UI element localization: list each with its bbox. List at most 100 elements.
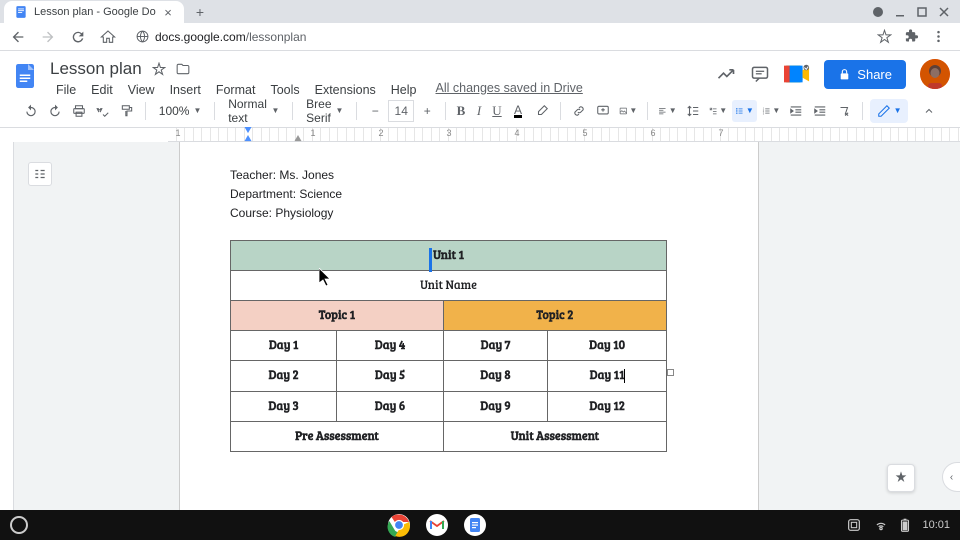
save-status[interactable]: All changes saved in Drive: [436, 81, 583, 99]
zoom-select[interactable]: 100%▼: [153, 104, 208, 118]
highlight-color-icon[interactable]: [531, 100, 553, 122]
topic-2-cell[interactable]: Topic 2: [443, 300, 666, 330]
clear-formatting-icon[interactable]: [833, 100, 855, 122]
unit-header-cell[interactable]: Unit 1: [231, 240, 667, 270]
menu-help[interactable]: Help: [385, 81, 423, 99]
record-icon[interactable]: [872, 6, 884, 18]
close-icon[interactable]: [938, 6, 950, 18]
move-folder-icon[interactable]: [176, 62, 190, 76]
bold-button[interactable]: B: [453, 100, 469, 122]
day-cell[interactable]: Day 1: [231, 331, 337, 361]
course-line[interactable]: Course: Physiology: [230, 204, 758, 223]
account-avatar[interactable]: [920, 59, 950, 89]
star-icon[interactable]: [152, 62, 166, 76]
day-cell[interactable]: Day 6: [337, 391, 444, 421]
comment-icon[interactable]: [750, 64, 770, 84]
font-select[interactable]: Bree Serif▼: [300, 97, 349, 125]
day-cell[interactable]: Day 9: [443, 391, 547, 421]
editing-mode-button[interactable]: ▼: [870, 99, 908, 123]
left-indent-marker[interactable]: [244, 135, 252, 142]
topic-1-cell[interactable]: Topic 1: [231, 300, 444, 330]
battery-icon[interactable]: [900, 518, 910, 532]
unit-name-cell[interactable]: Unit Name: [231, 270, 667, 300]
numbered-list-icon[interactable]: 123▼: [759, 100, 784, 122]
right-indent-marker[interactable]: [294, 135, 302, 142]
back-icon[interactable]: [10, 29, 26, 45]
italic-button[interactable]: I: [471, 100, 487, 122]
undo-icon[interactable]: [20, 100, 42, 122]
explore-button[interactable]: [887, 464, 915, 492]
gmail-app-icon[interactable]: [425, 513, 449, 537]
pre-assessment-cell[interactable]: Pre Assessment: [231, 421, 444, 451]
bookmark-star-icon[interactable]: [877, 29, 892, 44]
docs-app-icon[interactable]: [463, 513, 487, 537]
extensions-icon[interactable]: [904, 29, 919, 44]
teacher-line[interactable]: Teacher: Ms. Jones: [230, 166, 758, 185]
decrease-indent-icon[interactable]: [785, 100, 807, 122]
increase-indent-icon[interactable]: [809, 100, 831, 122]
align-icon[interactable]: ▼: [655, 100, 680, 122]
launcher-button[interactable]: [10, 516, 28, 534]
bullet-list-icon[interactable]: ▼: [732, 100, 757, 122]
collapse-toolbar-icon[interactable]: [918, 100, 940, 122]
minimize-icon[interactable]: [894, 6, 906, 18]
home-icon[interactable]: [100, 29, 116, 45]
meet-icon[interactable]: [784, 63, 810, 85]
menu-file[interactable]: File: [50, 81, 82, 99]
print-icon[interactable]: [68, 100, 90, 122]
paragraph-style-select[interactable]: Normal text▼: [222, 97, 285, 125]
menu-edit[interactable]: Edit: [85, 81, 119, 99]
insert-link-icon[interactable]: [568, 100, 590, 122]
font-size-increase[interactable]: +: [416, 100, 438, 122]
day-cell[interactable]: Day 4: [337, 331, 444, 361]
menu-view[interactable]: View: [122, 81, 161, 99]
department-line[interactable]: Department: Science: [230, 185, 758, 204]
first-line-indent-marker[interactable]: [244, 127, 252, 134]
clock[interactable]: 10:01: [922, 519, 950, 531]
day-cell[interactable]: Day 7: [443, 331, 547, 361]
new-tab-button[interactable]: +: [190, 2, 210, 22]
url-field[interactable]: docs.google.com/lessonplan: [130, 30, 863, 44]
chrome-app-icon[interactable]: [387, 513, 411, 537]
checklist-icon[interactable]: ▼: [706, 100, 731, 122]
insert-image-icon[interactable]: ▼: [616, 100, 641, 122]
unit-table[interactable]: Unit 1 Unit Name Topic 1 Topic 2 Day 1 D…: [230, 240, 667, 452]
underline-button[interactable]: U: [489, 100, 505, 122]
side-panel-toggle[interactable]: ‹: [942, 462, 960, 492]
day-cell[interactable]: Day 8: [443, 361, 547, 391]
activity-icon[interactable]: [716, 64, 736, 84]
wifi-icon[interactable]: [874, 518, 888, 532]
document-title[interactable]: Lesson plan: [50, 59, 142, 79]
table-row-handle[interactable]: [667, 369, 674, 376]
day-cell[interactable]: Day 10: [548, 331, 667, 361]
font-size-input[interactable]: 14: [388, 100, 414, 122]
overflow-menu-icon[interactable]: [931, 29, 946, 44]
font-size-decrease[interactable]: −: [364, 100, 386, 122]
add-comment-icon[interactable]: [592, 100, 614, 122]
line-spacing-icon[interactable]: [682, 100, 704, 122]
spellcheck-icon[interactable]: [92, 100, 114, 122]
redo-icon[interactable]: [44, 100, 66, 122]
text-color-icon[interactable]: A: [507, 100, 529, 122]
day-cell[interactable]: Day 3: [231, 391, 337, 421]
maximize-icon[interactable]: [916, 6, 928, 18]
share-button[interactable]: Share: [824, 60, 906, 89]
vertical-ruler[interactable]: [0, 142, 14, 532]
shelf-tote-icon[interactable]: [846, 517, 862, 533]
unit-assessment-cell[interactable]: Unit Assessment: [443, 421, 666, 451]
site-info-icon[interactable]: [136, 30, 149, 43]
browser-tab-active[interactable]: Lesson plan - Google Docs ×: [4, 1, 184, 23]
tab-close-icon[interactable]: ×: [162, 6, 174, 18]
day-cell-active[interactable]: Day 11: [548, 361, 667, 391]
forward-icon[interactable]: [40, 29, 56, 45]
horizontal-ruler[interactable]: 1 1 2 3 4 5 6 7: [0, 128, 960, 142]
reload-icon[interactable]: [70, 29, 86, 45]
day-cell[interactable]: Day 12: [548, 391, 667, 421]
day-cell[interactable]: Day 5: [337, 361, 444, 391]
menu-insert[interactable]: Insert: [164, 81, 207, 99]
outline-toggle-button[interactable]: [28, 162, 52, 186]
docs-logo-icon[interactable]: [10, 61, 40, 91]
paint-format-icon[interactable]: [116, 100, 138, 122]
day-cell[interactable]: Day 2: [231, 361, 337, 391]
page[interactable]: Teacher: Ms. Jones Department: Science C…: [179, 142, 759, 532]
